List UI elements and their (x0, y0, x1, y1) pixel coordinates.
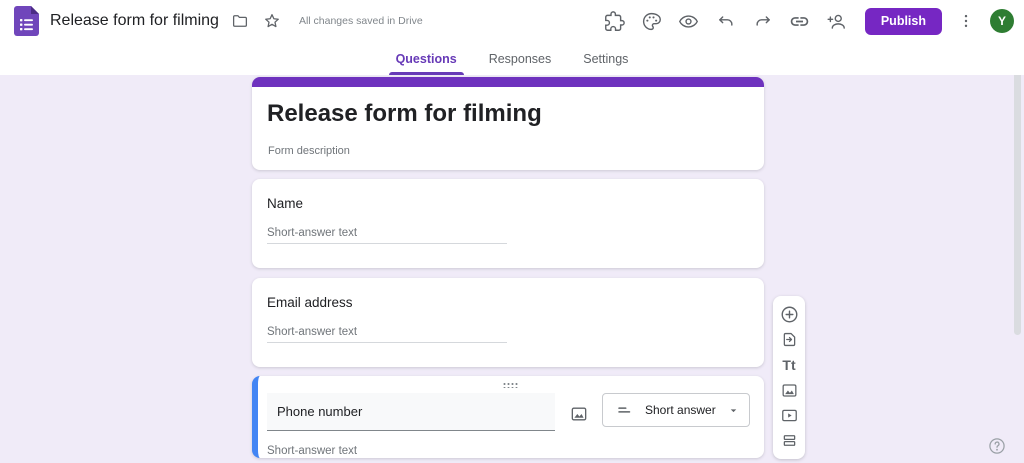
forms-logo-icon[interactable] (14, 6, 39, 36)
short-answer-icon (616, 401, 634, 419)
form-editor-canvas: Release form for filming Form descriptio… (0, 70, 1024, 463)
copy-link-icon[interactable] (787, 8, 813, 34)
form-description-placeholder[interactable]: Form description (268, 145, 764, 157)
drag-handle[interactable] (502, 382, 520, 388)
add-section-icon[interactable] (777, 429, 801, 453)
question-title[interactable]: Email address (267, 295, 749, 310)
chevron-down-icon (728, 405, 739, 416)
add-collaborators-icon[interactable] (824, 8, 850, 34)
save-status: All changes saved in Drive (298, 15, 423, 27)
redo-icon[interactable] (750, 8, 776, 34)
publish-button[interactable]: Publish (864, 7, 942, 35)
answer-placeholder: Short-answer text (267, 445, 358, 457)
answer-placeholder: Short-answer text (267, 227, 358, 239)
form-tabbar: Questions Responses Settings (0, 42, 1024, 75)
help-icon[interactable] (987, 436, 1007, 456)
question-type-dropdown[interactable]: Short answer (602, 393, 750, 427)
question-type-label: Short answer (645, 403, 716, 417)
question-card-name[interactable]: Name Short-answer text (252, 179, 764, 268)
add-video-icon[interactable] (777, 404, 801, 428)
import-questions-icon[interactable] (777, 327, 801, 351)
tab-responses[interactable]: Responses (486, 42, 555, 75)
account-avatar[interactable]: Y (990, 9, 1014, 33)
add-image-icon[interactable] (777, 378, 801, 402)
document-title[interactable]: Release form for filming (50, 12, 219, 30)
question-card-phone-active[interactable]: Short answer Short-answer text (252, 376, 764, 458)
answer-placeholder: Short-answer text (267, 326, 358, 338)
answer-underline (267, 243, 507, 244)
move-to-folder-icon[interactable] (227, 8, 253, 34)
customize-theme-icon[interactable] (639, 8, 665, 34)
theme-color-bar (252, 77, 764, 87)
app-header: Release form for filming All changes sav… (0, 0, 1024, 42)
preview-icon[interactable] (676, 8, 702, 34)
question-title-input[interactable] (267, 393, 555, 431)
answer-underline (267, 342, 507, 343)
add-image-to-question-icon[interactable] (566, 401, 592, 427)
question-title[interactable]: Name (267, 196, 749, 211)
question-toolbar: Tt (773, 296, 805, 459)
form-title-card[interactable]: Release form for filming Form descriptio… (252, 77, 764, 170)
extensions-icon[interactable] (602, 8, 628, 34)
star-icon[interactable] (259, 8, 285, 34)
form-title[interactable]: Release form for filming (267, 100, 764, 128)
add-title-description-icon[interactable]: Tt (777, 353, 801, 377)
undo-icon[interactable] (713, 8, 739, 34)
more-options-icon[interactable] (953, 8, 979, 34)
tab-settings[interactable]: Settings (580, 42, 631, 75)
scrollbar-thumb[interactable] (1014, 70, 1021, 335)
tab-questions[interactable]: Questions (388, 42, 464, 75)
question-card-email[interactable]: Email address Short-answer text (252, 278, 764, 367)
add-question-icon[interactable] (777, 302, 801, 326)
